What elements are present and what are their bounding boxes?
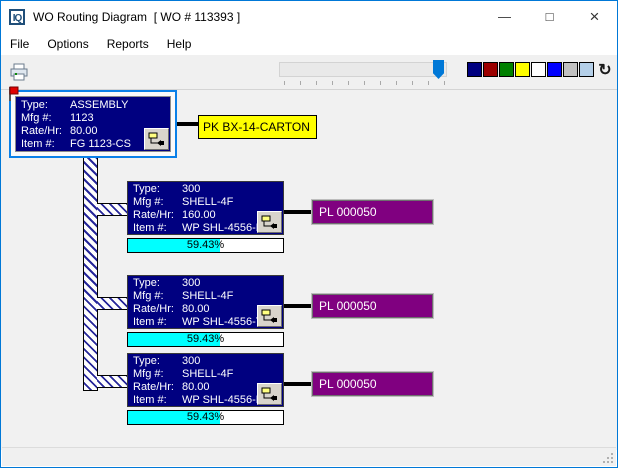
progress-label-3: 59.43% <box>128 411 283 424</box>
routing-icon <box>261 309 278 324</box>
swatch-green[interactable] <box>499 62 514 77</box>
branch-connector-2 <box>97 297 127 310</box>
routing-canvas: Type:ASSEMBLY Mfg #:1123 Rate/Hr:80.00 I… <box>1 90 617 450</box>
titlebar: IQ WO Routing Diagram [ WO # 113393 ] — … <box>1 1 617 32</box>
progress-bar-3: 59.43% <box>127 410 284 425</box>
menu-options[interactable]: Options <box>38 34 97 54</box>
routing-detail-button[interactable] <box>257 211 282 233</box>
location-node-3[interactable]: PL 000050 <box>312 372 433 396</box>
minimize-icon[interactable]: — <box>482 1 527 32</box>
swatch-white[interactable] <box>531 62 546 77</box>
op3-item-value: WP SHL-4556-B <box>182 394 263 406</box>
maximize-icon[interactable]: □ <box>527 1 572 32</box>
field-label-type: Type: <box>21 99 70 112</box>
menu-file[interactable]: File <box>1 34 38 54</box>
field-label-item: Item #: <box>133 394 182 407</box>
root-rate-value: 80.00 <box>70 125 98 137</box>
window-title: WO Routing Diagram [ WO # 113393 ] <box>33 10 240 24</box>
op1-type-value: 300 <box>182 183 200 195</box>
branch-connector-3 <box>97 375 127 388</box>
field-label-mfg: Mfg #: <box>133 368 182 381</box>
connector-root-material <box>177 122 198 126</box>
root-item-value: FG 1123-CS <box>70 138 131 150</box>
op2-item-value: WP SHL-4556-T <box>182 316 263 328</box>
material-node[interactable]: PK BX-14-CARTON <box>198 115 317 139</box>
zoom-slider-ticks <box>284 81 445 85</box>
routing-detail-button[interactable] <box>257 383 282 405</box>
routing-icon <box>261 215 278 230</box>
op2-mfg-value: SHELL-4F <box>182 290 233 302</box>
window-controls: — □ × <box>482 1 617 32</box>
location-node-1[interactable]: PL 000050 <box>312 200 433 224</box>
field-label-rate: Rate/Hr: <box>133 303 182 316</box>
field-label-type: Type: <box>133 355 182 368</box>
branch-connector-1 <box>97 203 127 216</box>
location-node-2[interactable]: PL 000050 <box>312 294 433 318</box>
progress-label-2: 59.43% <box>128 333 283 346</box>
field-label-item: Item #: <box>133 316 182 329</box>
color-palette <box>467 62 595 77</box>
wo-routing-window: IQ WO Routing Diagram [ WO # 113393 ] — … <box>0 0 618 468</box>
swatch-gray[interactable] <box>563 62 578 77</box>
field-label-type: Type: <box>133 183 182 196</box>
app-logo-iq-icon: IQ <box>9 9 25 25</box>
op3-mfg-value: SHELL-4F <box>182 368 233 380</box>
printer-icon <box>9 62 29 82</box>
swatch-darkred[interactable] <box>483 62 498 77</box>
connector-op2-location <box>284 304 312 308</box>
operation-node-2[interactable]: Type:300 Mfg #:SHELL-4F Rate/Hr:80.00 It… <box>127 275 284 329</box>
root-mfg-value: 1123 <box>70 112 94 124</box>
swatch-navy[interactable] <box>467 62 482 77</box>
toolbar: ↻ <box>1 55 617 90</box>
statusbar <box>2 447 616 466</box>
menu-reports[interactable]: Reports <box>98 34 158 54</box>
selected-node-highlight: Type:ASSEMBLY Mfg #:1123 Rate/Hr:80.00 I… <box>9 90 177 158</box>
op1-rate-value: 160.00 <box>182 209 216 221</box>
swatch-lightblue[interactable] <box>579 62 594 77</box>
op3-rate-value: 80.00 <box>182 381 210 393</box>
field-label-rate: Rate/Hr: <box>133 209 182 222</box>
op3-type-value: 300 <box>182 355 200 367</box>
root-type-value: ASSEMBLY <box>70 99 129 111</box>
routing-icon <box>148 132 165 147</box>
swatch-blue[interactable] <box>547 62 562 77</box>
branch-trunk-connector <box>83 158 98 391</box>
operation-node-3[interactable]: Type:300 Mfg #:SHELL-4F Rate/Hr:80.00 It… <box>127 353 284 407</box>
field-label-mfg: Mfg #: <box>21 112 70 125</box>
refresh-icon[interactable]: ↻ <box>595 59 615 83</box>
field-label-type: Type: <box>133 277 182 290</box>
root-operation-node[interactable]: Type:ASSEMBLY Mfg #:1123 Rate/Hr:80.00 I… <box>15 96 171 152</box>
menubar: File Options Reports Help <box>1 32 617 55</box>
resize-grip[interactable] <box>602 452 614 464</box>
print-button[interactable] <box>7 60 31 84</box>
field-label-item: Item #: <box>133 222 182 235</box>
menu-help[interactable]: Help <box>158 34 201 54</box>
progress-bar-1: 59.43% <box>127 238 284 253</box>
operation-node-1[interactable]: Type:300 Mfg #:SHELL-4F Rate/Hr:160.00 I… <box>127 181 284 235</box>
routing-detail-button[interactable] <box>257 305 282 327</box>
field-label-rate: Rate/Hr: <box>133 381 182 394</box>
field-label-rate: Rate/Hr: <box>21 125 70 138</box>
swatch-yellow[interactable] <box>515 62 530 77</box>
op1-mfg-value: SHELL-4F <box>182 196 233 208</box>
close-icon[interactable]: × <box>572 1 617 32</box>
op2-rate-value: 80.00 <box>182 303 210 315</box>
zoom-slider-track[interactable] <box>279 62 447 77</box>
field-label-mfg: Mfg #: <box>133 196 182 209</box>
progress-label-1: 59.43% <box>128 239 283 252</box>
connector-op3-location <box>284 382 312 386</box>
op1-item-value: WP SHL-4556-L <box>182 222 262 234</box>
field-label-item: Item #: <box>21 138 70 151</box>
progress-bar-2: 59.43% <box>127 332 284 347</box>
routing-detail-button[interactable] <box>144 128 169 150</box>
op2-type-value: 300 <box>182 277 200 289</box>
connector-op1-location <box>284 210 312 214</box>
routing-icon <box>261 387 278 402</box>
field-label-mfg: Mfg #: <box>133 290 182 303</box>
